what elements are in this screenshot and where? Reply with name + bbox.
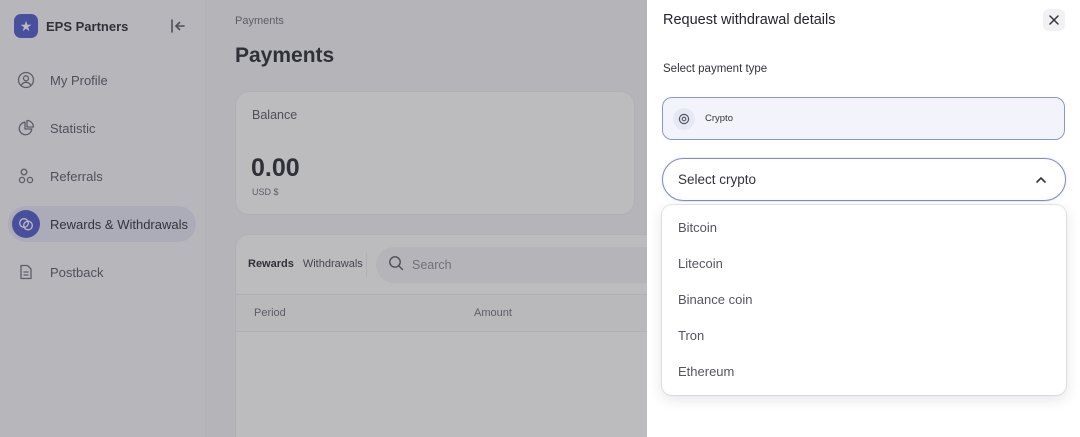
option-tron[interactable]: Tron <box>662 317 1066 353</box>
crypto-coin-icon <box>673 107 695 130</box>
close-button[interactable] <box>1043 9 1065 31</box>
option-bitcoin[interactable]: Bitcoin <box>662 209 1066 245</box>
close-icon <box>1049 15 1059 25</box>
crypto-select[interactable]: Select crypto <box>662 158 1066 201</box>
payment-type-label-text: Crypto <box>705 113 733 124</box>
crypto-options-list: Bitcoin Litecoin Binance coin Tron Ether… <box>662 205 1066 395</box>
option-ethereum[interactable]: Ethereum <box>662 353 1066 389</box>
option-binance-coin[interactable]: Binance coin <box>662 281 1066 317</box>
payment-type-label: Select payment type <box>663 63 768 75</box>
withdrawal-drawer: Request withdrawal details Select paymen… <box>647 0 1080 437</box>
modal-overlay[interactable] <box>0 0 647 437</box>
select-placeholder: Select crypto <box>678 172 757 187</box>
option-litecoin[interactable]: Litecoin <box>662 245 1066 281</box>
chevron-up-icon <box>1033 172 1049 188</box>
payment-type-crypto[interactable]: Crypto <box>662 97 1065 140</box>
drawer-title: Request withdrawal details <box>663 12 836 28</box>
